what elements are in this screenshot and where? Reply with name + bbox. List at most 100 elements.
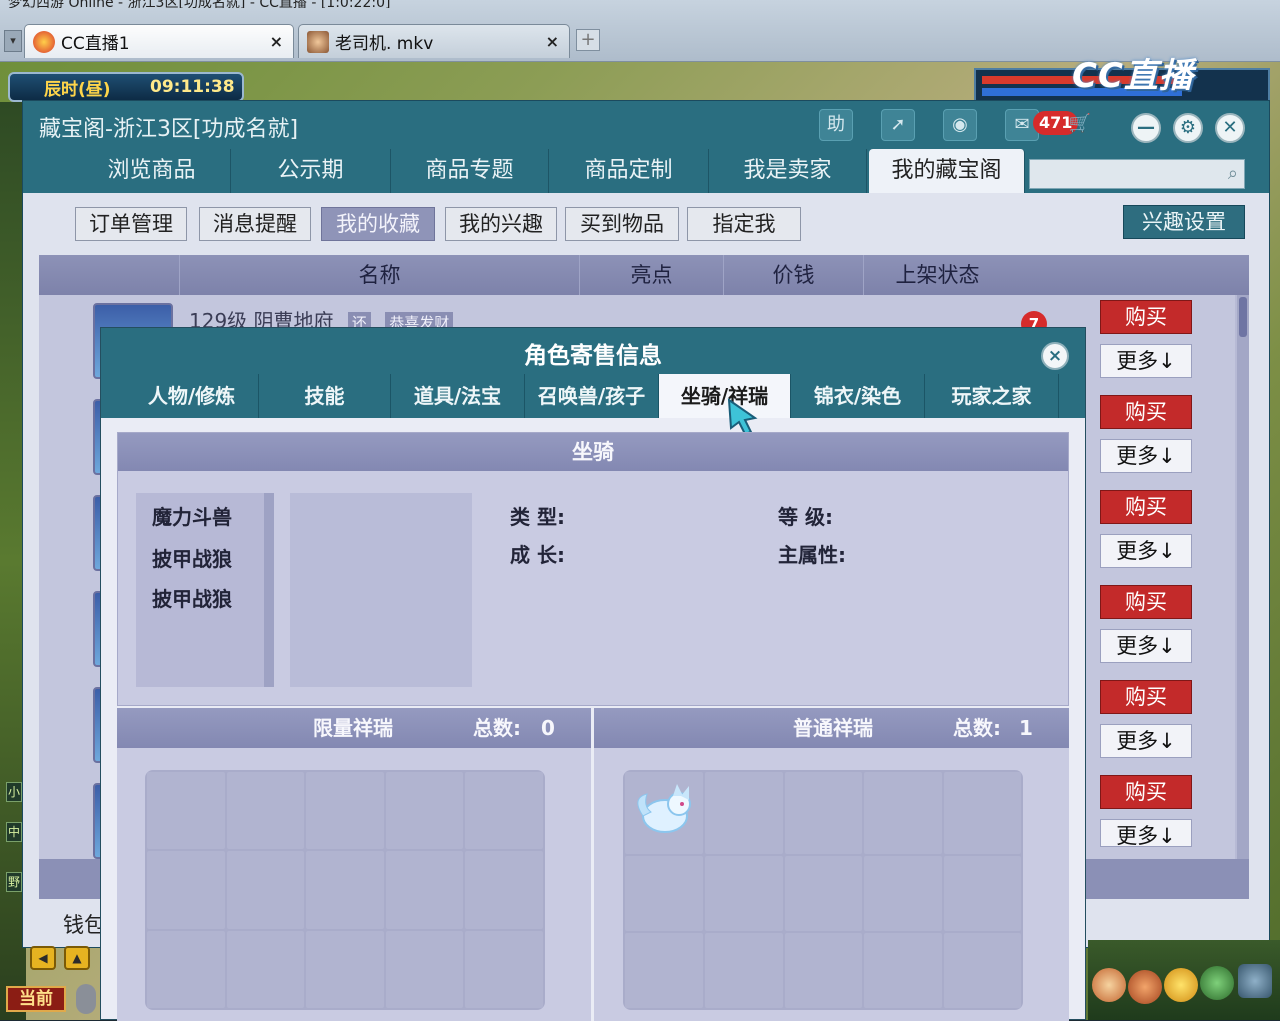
tab-browse[interactable]: 浏览商品: [73, 149, 231, 193]
peach-icon[interactable]: [1092, 968, 1126, 1002]
buy-button[interactable]: 购买: [1100, 680, 1192, 714]
more-button[interactable]: 更多↓: [1100, 344, 1192, 378]
fox-pet-icon: [637, 784, 691, 833]
grid-slot[interactable]: [147, 772, 225, 850]
smiley-icon[interactable]: [1164, 968, 1198, 1002]
arrow-up-icon[interactable]: ▲: [64, 946, 90, 970]
arrow-left-icon[interactable]: ◀: [30, 946, 56, 970]
interest-settings-button[interactable]: 兴趣设置: [1123, 205, 1245, 239]
grid-slot[interactable]: [625, 856, 703, 931]
grid-slot[interactable]: [864, 933, 942, 1008]
grid-slot[interactable]: [465, 851, 543, 929]
search-icon[interactable]: ⌕: [1228, 163, 1238, 184]
my-interests-button[interactable]: 我的兴趣: [445, 207, 557, 241]
tab-custom[interactable]: 商品定制: [549, 149, 709, 193]
tab-skills[interactable]: 技能: [259, 374, 391, 418]
close-icon[interactable]: ✕: [1215, 113, 1245, 143]
limited-ruyi-label: 限量祥瑞: [313, 716, 393, 740]
record-icon[interactable]: ◉: [943, 109, 977, 141]
more-button[interactable]: 更多↓: [1100, 439, 1192, 473]
grid-slot[interactable]: [385, 772, 464, 850]
grid-slot[interactable]: [465, 930, 543, 1008]
more-button[interactable]: 更多↓: [1100, 534, 1192, 568]
grid-slot[interactable]: [943, 772, 1021, 854]
grid-slot[interactable]: [226, 851, 305, 929]
tab-topics[interactable]: 商品专题: [391, 149, 549, 193]
tab-character[interactable]: 人物/修炼: [125, 374, 259, 418]
new-tab-button[interactable]: +: [576, 29, 600, 51]
mount-item[interactable]: 魔力斗兽: [152, 501, 232, 530]
grid-slot[interactable]: [784, 772, 862, 854]
attr-type: 类 型:: [510, 505, 565, 529]
grid-slot[interactable]: [705, 772, 783, 854]
tab-close-icon[interactable]: ×: [546, 32, 559, 51]
grid-slot[interactable]: [147, 930, 225, 1008]
tab-items[interactable]: 道具/法宝: [391, 374, 525, 418]
cart-icon[interactable]: 🛒: [1063, 109, 1097, 141]
buy-button[interactable]: 购买: [1100, 775, 1192, 809]
buy-button[interactable]: 购买: [1100, 585, 1192, 619]
mount-item[interactable]: 披甲战狼: [152, 543, 232, 572]
grid-slot[interactable]: [864, 772, 942, 854]
tab-label: 老司机. mkv: [335, 34, 434, 54]
message-reminder-button[interactable]: 消息提醒: [199, 207, 311, 241]
grid-slot[interactable]: [306, 772, 384, 850]
help-button[interactable]: 助: [819, 109, 853, 141]
current-channel-button[interactable]: 当前: [6, 986, 66, 1012]
scroll-thumb[interactable]: [1239, 297, 1247, 337]
game-cursor-icon: [727, 397, 758, 436]
purchased-items-button[interactable]: 买到物品: [565, 207, 679, 241]
tab-pets[interactable]: 召唤兽/孩子: [525, 374, 659, 418]
buy-button[interactable]: 购买: [1100, 490, 1192, 524]
divider: [591, 708, 594, 748]
tab-home[interactable]: 玩家之家: [925, 374, 1059, 418]
grid-slot[interactable]: [385, 930, 464, 1008]
grid-slot[interactable]: [864, 856, 942, 931]
mount-item[interactable]: 披甲战狼: [152, 583, 232, 612]
tab-close-icon[interactable]: ×: [270, 32, 283, 51]
more-button[interactable]: 更多↓: [1100, 819, 1192, 847]
shell-icon[interactable]: [1128, 970, 1162, 1004]
column-price: 价钱: [723, 255, 863, 295]
tab-my-pavilion[interactable]: 我的藏宝阁: [869, 149, 1025, 193]
grid-slot[interactable]: [943, 856, 1021, 931]
grid-slot[interactable]: [465, 772, 543, 850]
close-icon[interactable]: ×: [1041, 342, 1069, 370]
browser-tab-cc[interactable]: CC直播1 ×: [24, 24, 294, 58]
grid-slot[interactable]: [226, 930, 305, 1008]
list-scrollbar[interactable]: [1237, 295, 1249, 859]
tab-public[interactable]: 公示期: [231, 149, 391, 193]
tab-list-dropdown-icon[interactable]: ▾: [4, 30, 22, 52]
more-button[interactable]: 更多↓: [1100, 724, 1192, 758]
my-favorites-button[interactable]: 我的收藏: [321, 207, 435, 241]
cc-icon[interactable]: [1200, 966, 1234, 1000]
grid-slot[interactable]: [625, 933, 703, 1008]
grid-slot[interactable]: [705, 856, 783, 931]
tab-outfits[interactable]: 锦衣/染色: [791, 374, 925, 418]
grid-slot[interactable]: [147, 851, 225, 929]
dialog-title: 角色寄售信息: [524, 343, 662, 369]
tab-seller[interactable]: 我是卖家: [709, 149, 867, 193]
buy-button[interactable]: 购买: [1100, 395, 1192, 429]
microphone-icon[interactable]: [76, 984, 96, 1014]
grid-slot[interactable]: [943, 933, 1021, 1008]
minimize-icon[interactable]: —: [1131, 113, 1161, 143]
grid-slot[interactable]: [705, 933, 783, 1008]
grid-slot[interactable]: [306, 851, 384, 929]
system-icon[interactable]: [1238, 964, 1272, 998]
order-management-button[interactable]: 订单管理: [75, 207, 187, 241]
settings-icon[interactable]: ⚙: [1173, 113, 1203, 143]
grid-slot[interactable]: [625, 772, 703, 854]
assigned-to-me-button[interactable]: 指定我: [687, 207, 801, 241]
grid-slot[interactable]: [385, 851, 464, 929]
grid-slot[interactable]: [226, 772, 305, 850]
more-button[interactable]: 更多↓: [1100, 629, 1192, 663]
attr-main: 主属性:: [778, 543, 846, 567]
grid-slot[interactable]: [784, 933, 862, 1008]
grid-slot[interactable]: [306, 930, 384, 1008]
search-input[interactable]: [1030, 160, 1214, 188]
grid-slot[interactable]: [784, 856, 862, 931]
share-icon[interactable]: ➚: [881, 109, 915, 141]
buy-button[interactable]: 购买: [1100, 300, 1192, 334]
browser-tab-video[interactable]: 老司机. mkv ×: [298, 24, 570, 58]
